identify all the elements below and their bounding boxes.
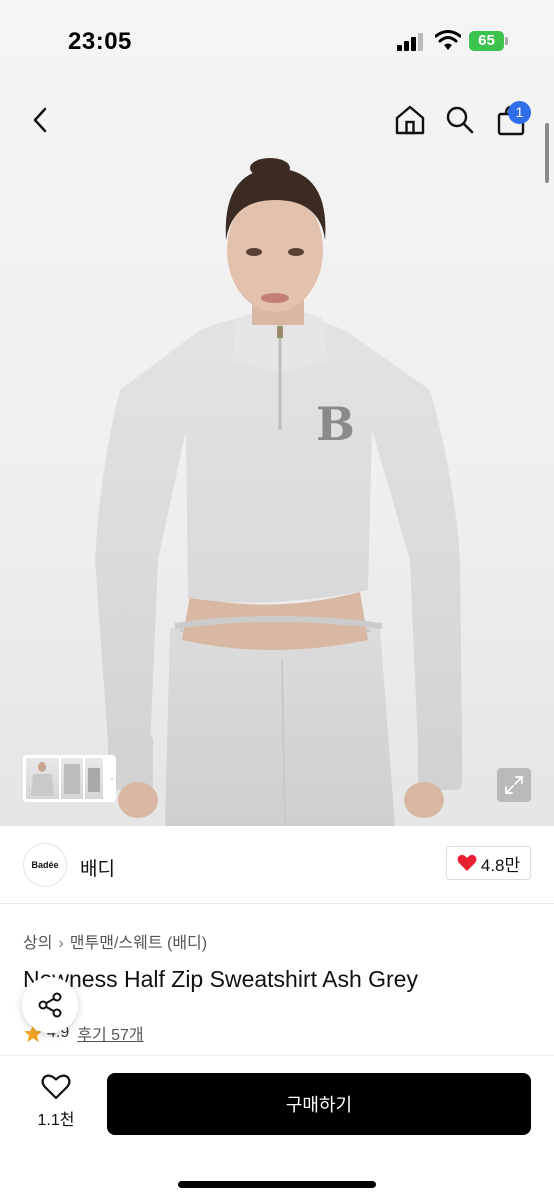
thumbnail[interactable] <box>26 758 59 799</box>
thumbnail[interactable] <box>85 758 103 799</box>
brand-row[interactable]: Badée 배디 4.8만 <box>0 826 554 904</box>
brand-logo[interactable]: Badée <box>23 843 67 887</box>
chevron-right-icon <box>111 777 113 780</box>
brand-like-count: 4.8만 <box>480 855 521 875</box>
chevron-right-icon: › <box>58 935 64 952</box>
divider <box>0 1055 554 1056</box>
share-button[interactable] <box>22 977 78 1033</box>
status-time: 23:05 <box>68 28 132 55</box>
expand-icon <box>505 776 523 794</box>
heart-filled-icon <box>457 854 477 871</box>
brand-like-button[interactable]: 4.8만 <box>446 846 531 880</box>
search-icon <box>446 106 474 134</box>
wishlist-button[interactable]: 1.1천 <box>23 1073 89 1135</box>
wifi-icon <box>435 30 461 50</box>
breadcrumb: 상의 › 맨투맨/스웨트 (배디) <box>23 929 207 953</box>
breadcrumb-subcategory[interactable]: 맨투맨/스웨트 (배디) <box>70 935 207 952</box>
search-button[interactable] <box>438 98 482 142</box>
image-thumbnail-strip[interactable] <box>23 755 116 802</box>
breadcrumb-category[interactable]: 상의 <box>23 935 52 952</box>
back-button[interactable] <box>18 98 62 142</box>
battery-level: 65 <box>469 31 504 51</box>
top-nav <box>0 90 554 150</box>
expand-button[interactable] <box>497 768 531 802</box>
home-indicator[interactable] <box>178 1181 376 1188</box>
wishlist-count: 1.1천 <box>37 1112 75 1129</box>
home-icon <box>395 105 425 135</box>
heart-outline-icon <box>41 1074 71 1100</box>
review-count-link[interactable]: 후기 57개 <box>77 1021 143 1045</box>
buy-button[interactable]: 구매하기 <box>107 1073 531 1135</box>
product-title: Newness Half Zip Sweatshirt Ash Grey <box>23 966 418 992</box>
status-bar: 23:05 65 <box>0 0 554 80</box>
brand-name[interactable]: 배디 <box>80 854 115 881</box>
cart-count-badge: 1 <box>508 101 531 124</box>
signal-icon <box>397 33 425 51</box>
home-button[interactable] <box>388 98 432 142</box>
scrollbar[interactable] <box>545 123 549 183</box>
back-arrow-icon <box>33 107 47 133</box>
svg-text:B: B <box>316 397 355 451</box>
share-icon <box>38 992 62 1018</box>
thumbnail[interactable] <box>61 758 83 799</box>
battery-icon: 65 <box>469 31 508 51</box>
